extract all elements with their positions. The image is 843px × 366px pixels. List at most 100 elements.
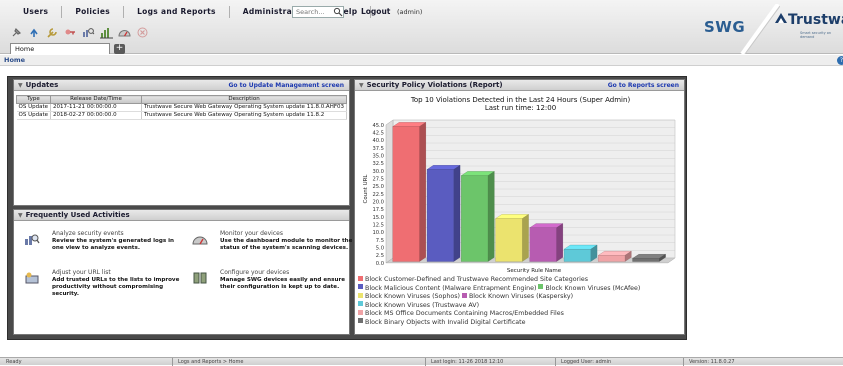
column-release-date[interactable]: Release Date/Time bbox=[49, 95, 143, 104]
bar bbox=[392, 126, 420, 262]
legend-label: Block Known Viruses (McAfee) bbox=[545, 284, 641, 292]
updates-table: Type Release Date/Time Description OS Up… bbox=[16, 95, 347, 120]
x-axis-label: Security Rule Name bbox=[507, 268, 562, 274]
top-bar: Users Policies Logs and Reports Administ… bbox=[0, 0, 843, 54]
violations-header: ▼ Security Policy Violations (Report) Go … bbox=[355, 80, 684, 91]
legend-swatch bbox=[358, 292, 363, 298]
collapse-triangle-icon[interactable]: ▼ bbox=[359, 82, 364, 89]
add-tab-button[interactable]: + bbox=[114, 44, 125, 54]
bar-side bbox=[556, 223, 563, 262]
bar bbox=[563, 249, 591, 262]
menu-logs-and-reports[interactable]: Logs and Reports bbox=[124, 6, 230, 18]
y-tick-label: 10.0 bbox=[372, 230, 384, 236]
cell-description: Trustwave Secure Web Gateway Operating S… bbox=[141, 103, 347, 112]
y-tick-label: 40.0 bbox=[372, 138, 384, 144]
y-tick-label: 7.5 bbox=[376, 238, 384, 244]
activity-desc: Add trusted URLs to the lists to improve… bbox=[52, 277, 180, 297]
y-axis-label: Count URL bbox=[363, 174, 369, 204]
status-last-login: Last login: 11-26 2018 12:10 bbox=[431, 359, 504, 365]
reports-screen-link[interactable]: Go to Reports screen bbox=[608, 82, 679, 89]
table-row[interactable]: OS Update 2018-02-27 00:00:00.0 Trustwav… bbox=[16, 111, 347, 120]
legend-row: Block Customer-Defined and Trustwave Rec… bbox=[358, 275, 680, 285]
cell-type: OS Update bbox=[16, 103, 51, 112]
brand-divider bbox=[740, 4, 780, 54]
company-logo: Trustwave bbox=[788, 12, 843, 28]
updates-title-text: Updates bbox=[25, 81, 59, 89]
help-icon[interactable]: ? bbox=[837, 56, 843, 65]
wrench-icon[interactable] bbox=[46, 26, 59, 39]
menu-users[interactable]: Users bbox=[10, 6, 63, 18]
update-management-link[interactable]: Go to Update Management screen bbox=[228, 82, 344, 89]
cell-description: Trustwave Secure Web Gateway Operating S… bbox=[141, 111, 347, 120]
y-tick-label: 35.0 bbox=[372, 154, 384, 160]
violations-panel: ▼ Security Policy Violations (Report) Go … bbox=[354, 79, 685, 335]
activity-adjust-url-list[interactable]: Adjust your URL list Add trusted URLs to… bbox=[24, 269, 189, 305]
breadcrumb[interactable]: Home bbox=[4, 56, 25, 64]
legend-row: Block Known Viruses (Sophos) Block Known… bbox=[358, 292, 680, 302]
trustwave-logo-icon bbox=[775, 13, 787, 23]
gauge-icon bbox=[192, 236, 208, 245]
collapse-triangle-icon[interactable]: ▼ bbox=[18, 212, 23, 219]
y-tick-label: 37.5 bbox=[372, 146, 384, 152]
cell-type: OS Update bbox=[16, 111, 51, 120]
column-type[interactable]: Type bbox=[16, 95, 51, 104]
chart-legend: Block Customer-Defined and Trustwave Rec… bbox=[358, 275, 680, 327]
bar-chart-icon[interactable] bbox=[100, 26, 113, 39]
activity-title[interactable]: Monitor your devices bbox=[220, 230, 283, 237]
bar bbox=[529, 227, 557, 262]
activity-desc: Use the dashboard module to monitor the … bbox=[220, 238, 353, 251]
activity-title[interactable]: Adjust your URL list bbox=[52, 269, 111, 276]
y-tick-label: 15.0 bbox=[372, 215, 384, 221]
refresh-icon[interactable] bbox=[28, 26, 41, 39]
dashboard-gauge-icon[interactable] bbox=[118, 26, 131, 39]
y-tick-label: 2.5 bbox=[376, 253, 384, 259]
legend-label: Block Known Viruses (Kaspersky) bbox=[468, 293, 574, 300]
tab-home[interactable]: Home bbox=[10, 43, 110, 54]
magnifier-bars-icon[interactable] bbox=[82, 26, 95, 39]
menu-policies[interactable]: Policies bbox=[62, 6, 125, 18]
y-tick-label: 45.0 bbox=[372, 123, 384, 129]
bar-side bbox=[419, 122, 426, 262]
activity-title[interactable]: Configure your devices bbox=[220, 269, 289, 276]
activities-title-text: Frequently Used Activities bbox=[25, 211, 130, 219]
dashboard-frame: ▼ Updates Go to Update Management screen … bbox=[7, 76, 687, 340]
current-user-label: (admin) bbox=[397, 8, 423, 16]
bar bbox=[426, 169, 454, 262]
y-tick-label: 17.5 bbox=[372, 207, 384, 213]
chart-title: Top 10 Violations Detected in the Last 2… bbox=[410, 96, 631, 104]
legend-swatch bbox=[358, 284, 363, 289]
bar-side bbox=[487, 171, 495, 262]
legend-swatch bbox=[358, 309, 363, 315]
table-row[interactable]: OS Update 2017-11-21 00:00:00.0 Trustwav… bbox=[16, 103, 347, 112]
legend-swatch bbox=[461, 292, 467, 298]
legend-label: Block Binary Objects with Invalid Digita… bbox=[365, 318, 526, 326]
analyze-icon bbox=[25, 234, 40, 245]
y-tick-label: 30.0 bbox=[372, 169, 384, 175]
activity-configure-devices[interactable]: Configure your devices Manage SWG device… bbox=[192, 269, 357, 299]
legend-label: Block MS Office Documents Containing Mac… bbox=[365, 310, 564, 317]
devices-icon bbox=[193, 272, 207, 284]
main-area: ▼ Updates Go to Update Management screen … bbox=[0, 67, 843, 355]
bar bbox=[632, 258, 660, 262]
y-tick-label: 22.5 bbox=[372, 192, 384, 198]
collapse-triangle-icon[interactable]: ▼ bbox=[18, 82, 23, 89]
activities-title: ▼ Frequently Used Activities bbox=[18, 211, 130, 219]
key-icon[interactable] bbox=[64, 26, 77, 39]
legend-label: Block Malicious Content (Malware Entrapm… bbox=[365, 284, 537, 292]
updates-title: ▼ Updates bbox=[18, 81, 58, 89]
logout-link[interactable]: Logout bbox=[361, 7, 390, 16]
breadcrumb-bar: Home ? bbox=[0, 55, 843, 66]
status-version: Version: 11.8.0.27 bbox=[689, 359, 735, 365]
legend-swatch bbox=[358, 275, 363, 281]
column-description[interactable]: Description bbox=[141, 95, 347, 104]
company-tagline: Smart security on demand bbox=[800, 31, 832, 39]
pin-icon[interactable] bbox=[10, 26, 23, 39]
table-header-row: Type Release Date/Time Description bbox=[16, 95, 347, 104]
activity-monitor-devices[interactable]: Monitor your devices Use the dashboard m… bbox=[192, 230, 357, 260]
activity-analyze-events[interactable]: Analyze security events Review the syste… bbox=[24, 230, 189, 260]
activity-title[interactable]: Analyze security events bbox=[52, 230, 124, 237]
search-icon[interactable] bbox=[333, 7, 343, 17]
close-circle-icon[interactable] bbox=[136, 26, 149, 39]
activity-desc: Review the system's generated logs in on… bbox=[52, 238, 175, 251]
tab-strip: Home + bbox=[10, 43, 125, 54]
